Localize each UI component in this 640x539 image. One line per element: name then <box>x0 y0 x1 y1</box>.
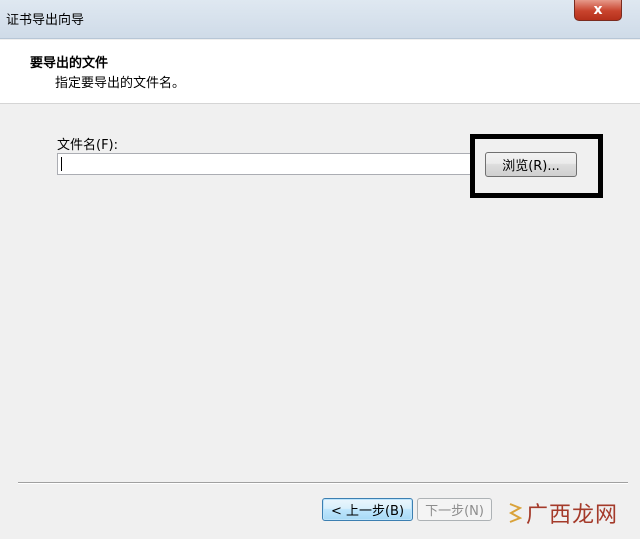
header-title: 要导出的文件 <box>30 56 109 71</box>
file-name-label: 文件名(F): <box>57 138 119 153</box>
wizard-header: 要导出的文件 指定要导出的文件名。 <box>0 40 640 104</box>
text-caret <box>61 157 62 171</box>
footer-separator <box>18 482 628 484</box>
back-button[interactable]: < 上一步(B) <box>322 498 413 521</box>
watermark: 广西龙网 <box>508 493 634 533</box>
browse-button[interactable]: 浏览(R)... <box>485 152 577 177</box>
window-title: 证书导出向导 <box>6 13 85 28</box>
watermark-logo-icon <box>508 503 522 523</box>
watermark-text: 广西龙网 <box>526 503 619 528</box>
close-button[interactable]: x <box>574 0 622 21</box>
header-subtitle: 指定要导出的文件名。 <box>55 76 186 91</box>
title-bar: 证书导出向导 x <box>0 0 640 39</box>
file-name-input[interactable] <box>57 153 471 175</box>
next-button: 下一步(N) <box>417 498 492 521</box>
close-icon: x <box>593 2 603 18</box>
